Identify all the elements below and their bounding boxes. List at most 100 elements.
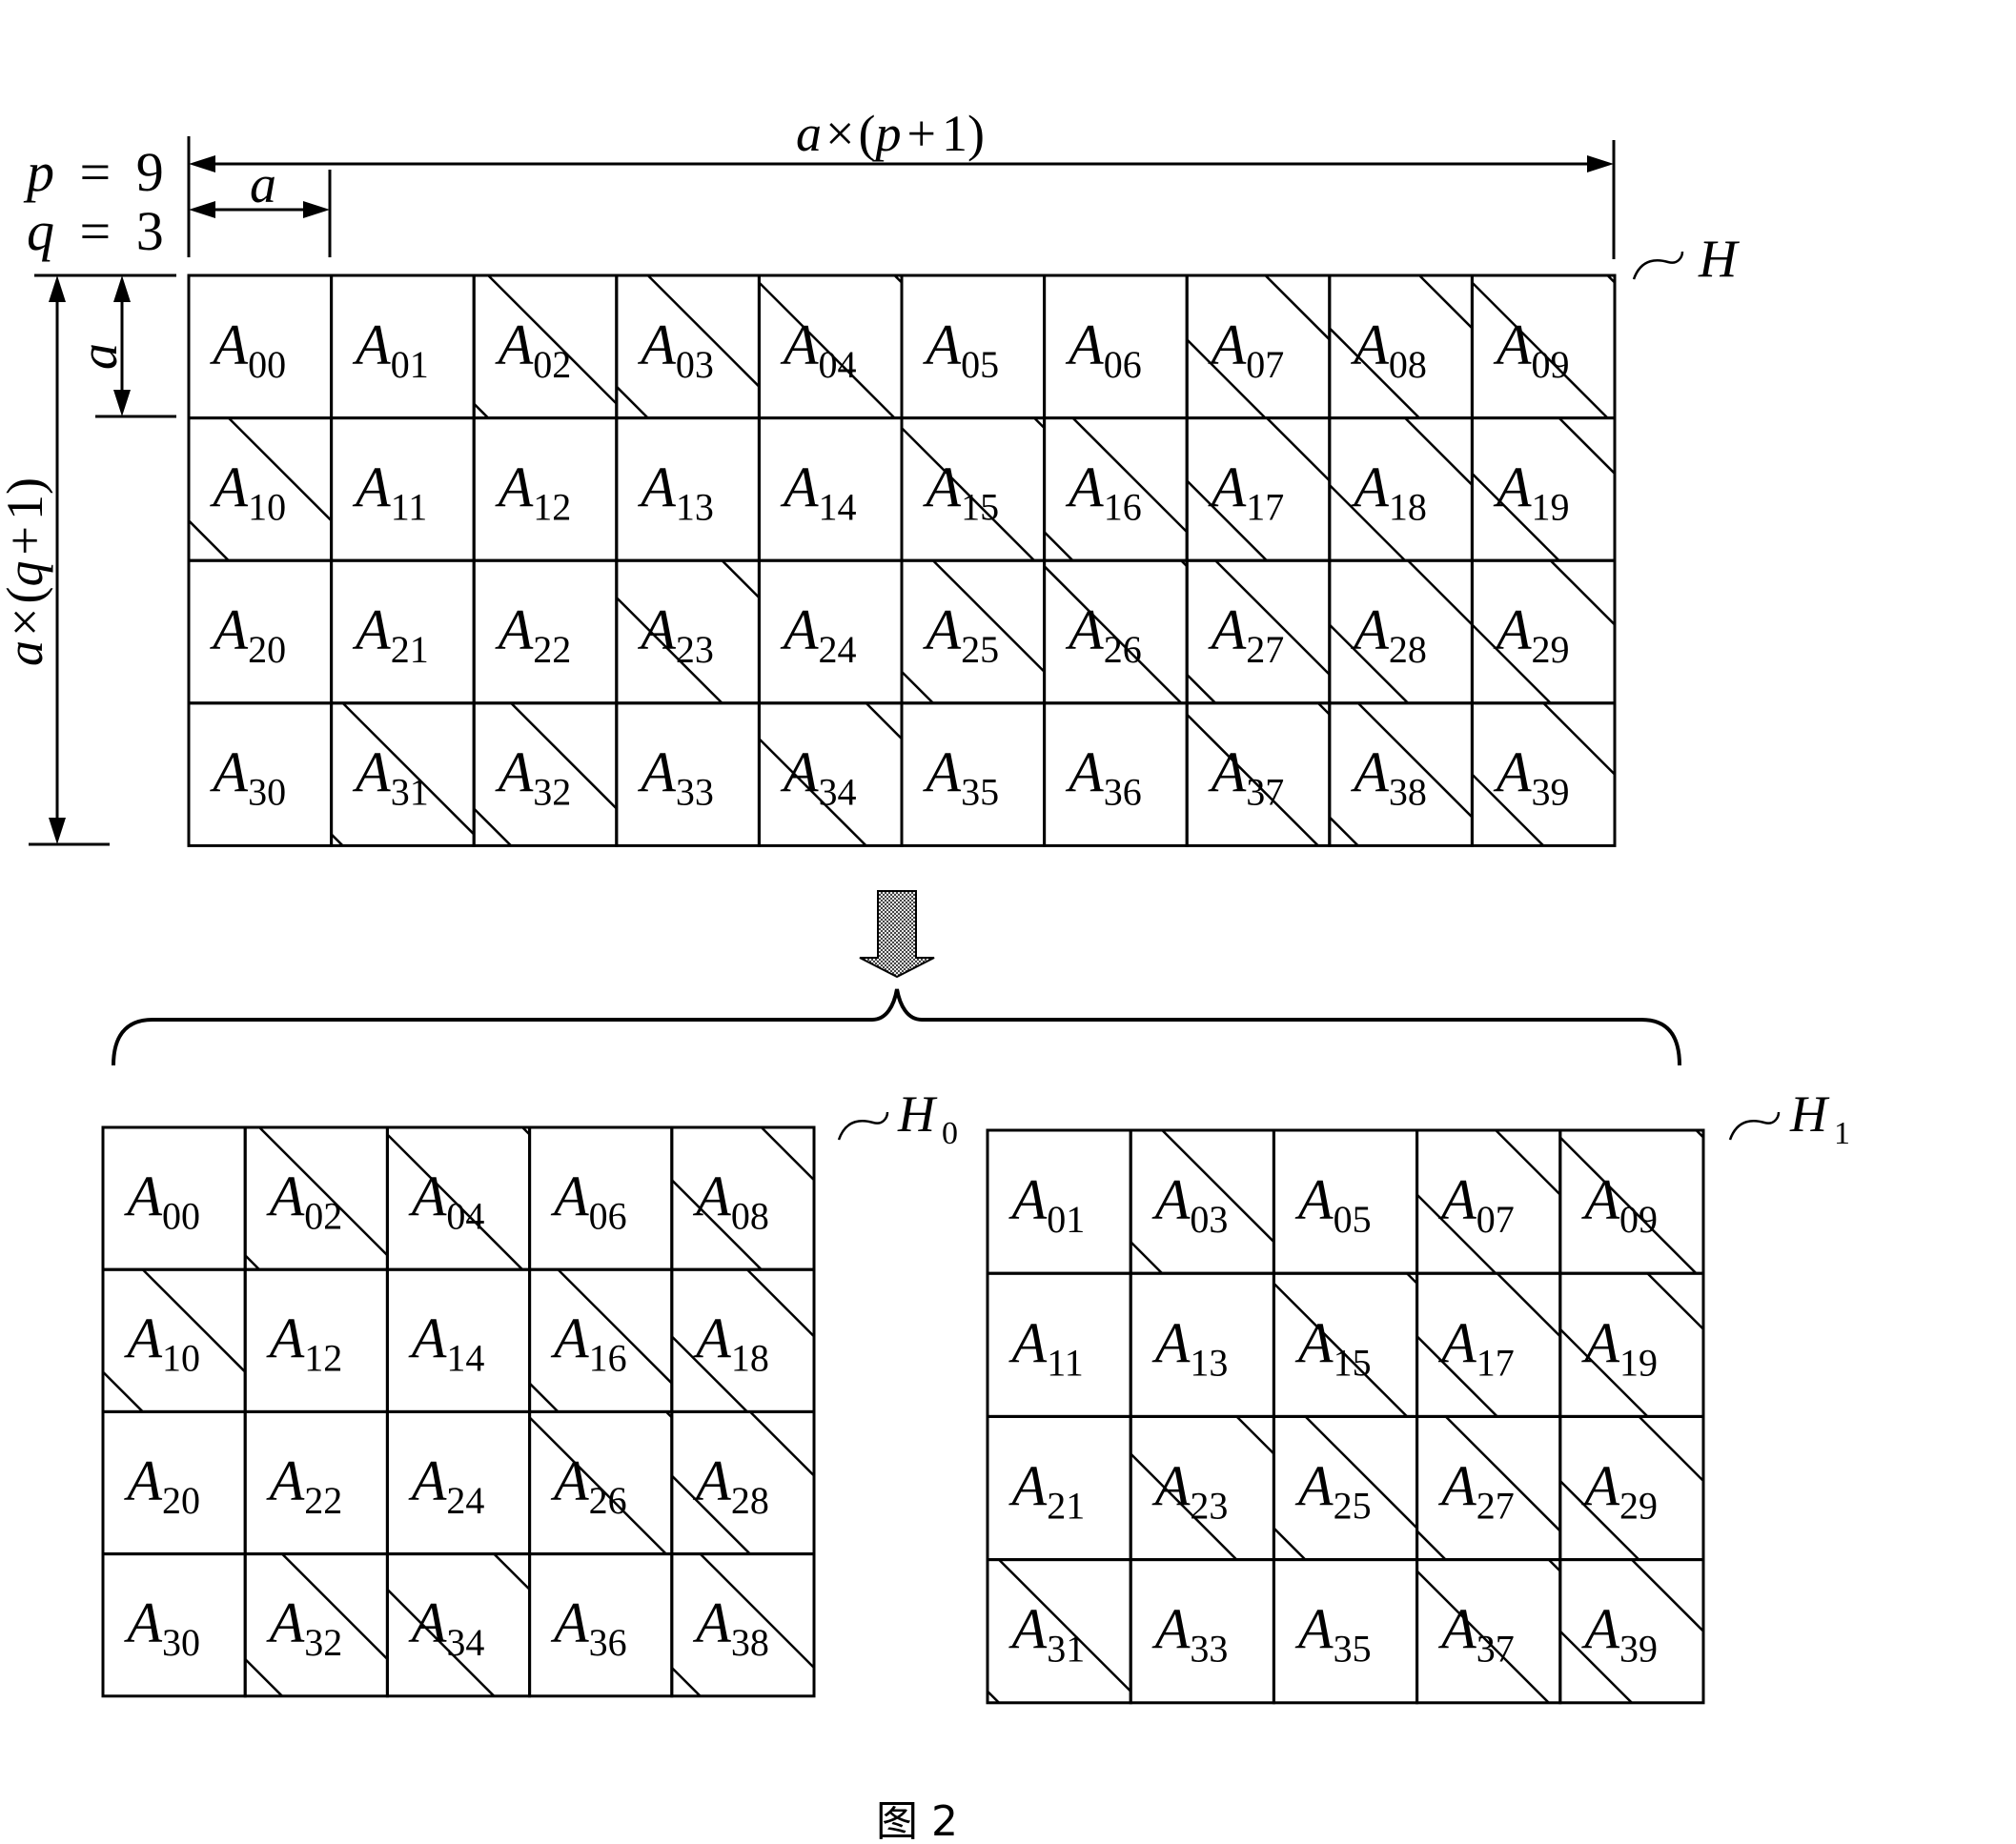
block-label: A20 — [123, 1449, 200, 1522]
block-label: A21 — [1008, 1455, 1086, 1528]
q-value: 3 — [136, 200, 164, 262]
block-A31: A31 — [330, 701, 476, 847]
arrowhead-left-icon — [189, 155, 215, 172]
block-label: A29 — [1493, 598, 1570, 671]
block-A22: A22 — [472, 558, 619, 705]
block-label: A10 — [123, 1307, 200, 1380]
cyclic-diagonal-wrap — [528, 1382, 560, 1413]
block-A38: A38 — [1328, 701, 1474, 847]
block-label: A05 — [1294, 1168, 1372, 1241]
cyclic-diagonal — [1495, 1129, 1561, 1196]
cyclic-diagonal — [1547, 1558, 1561, 1572]
cyclic-diagonal — [1631, 1558, 1704, 1632]
block-label: A00 — [123, 1165, 200, 1238]
block-A20: A20 — [101, 1409, 247, 1556]
cyclic-diagonal — [1406, 1272, 1418, 1285]
block-A32: A32 — [472, 701, 619, 847]
block-label: A29 — [1580, 1455, 1658, 1528]
block-A15: A15 — [1272, 1271, 1419, 1418]
block-A33: A33 — [1129, 1558, 1275, 1705]
cyclic-diagonal-wrap — [901, 671, 934, 704]
block-A30: A30 — [101, 1552, 247, 1698]
cyclic-diagonal-wrap — [670, 1667, 702, 1697]
block-label: A30 — [123, 1591, 200, 1664]
block-A23: A23 — [1129, 1414, 1275, 1562]
block-label: A26 — [550, 1449, 627, 1522]
svg-text:1: 1 — [1834, 1116, 1850, 1151]
block-label: A12 — [266, 1307, 343, 1380]
block-A39: A39 — [1470, 701, 1617, 847]
block-A34: A34 — [385, 1552, 532, 1698]
block-label: A30 — [209, 741, 286, 814]
cyclic-diagonal — [865, 701, 903, 740]
cyclic-diagonal-wrap — [1415, 1530, 1447, 1561]
block-A13: A13 — [615, 416, 761, 562]
block-A26: A26 — [528, 1409, 674, 1556]
cyclic-diagonal — [1235, 1415, 1275, 1455]
block-A10: A10 — [187, 416, 334, 562]
svg-text:0: 0 — [942, 1116, 958, 1151]
block-A20: A20 — [187, 558, 334, 705]
block-label: A22 — [495, 598, 572, 671]
block-label: A02 — [266, 1165, 343, 1238]
block-A06: A06 — [528, 1125, 674, 1271]
parameter-p: p = 9 — [23, 141, 164, 203]
block-A15: A15 — [900, 416, 1047, 562]
block-A28: A28 — [670, 1409, 816, 1556]
block-A36: A36 — [1043, 701, 1189, 847]
p-symbol: p — [23, 141, 54, 203]
block-label: A08 — [1350, 314, 1427, 386]
block-A34: A34 — [757, 701, 904, 847]
block-A02: A02 — [243, 1125, 389, 1271]
block-A17: A17 — [1415, 1271, 1562, 1418]
arrowhead-down-icon — [49, 818, 66, 844]
block-A00: A00 — [101, 1125, 247, 1271]
block-label: A33 — [637, 741, 714, 814]
cyclic-diagonal — [493, 1552, 531, 1591]
block-label: A06 — [1065, 314, 1142, 386]
figure-caption: 图 2 — [876, 1797, 958, 1844]
matrix-H1-label: H 1 — [1728, 1085, 1850, 1151]
block-label: A04 — [780, 314, 857, 386]
cyclic-diagonal — [1033, 416, 1046, 429]
block-label: A15 — [1294, 1311, 1372, 1384]
block-A33: A33 — [615, 701, 761, 847]
block-width-label: a — [250, 155, 276, 214]
block-height-dimension: a — [70, 275, 176, 418]
block-A38: A38 — [670, 1552, 816, 1698]
block-A19: A19 — [1558, 1271, 1705, 1418]
svg-text:p = 9: p = 9 — [23, 141, 164, 203]
cyclic-diagonal — [1264, 274, 1331, 341]
block-A14: A14 — [385, 1267, 532, 1413]
arrowhead-down-icon — [113, 390, 131, 416]
block-A29: A29 — [1470, 558, 1617, 705]
block-label: A11 — [352, 456, 427, 528]
curly-brace — [112, 988, 1681, 1066]
block-label: A15 — [922, 456, 999, 528]
block-A16: A16 — [528, 1267, 674, 1413]
matrix-H: A00 A10 A20 A30 A01 A11 A21 A31 A02 A12 A22 A32 A03 A… — [187, 274, 1617, 847]
cyclic-diagonal-wrap — [1186, 673, 1217, 704]
block-label: A19 — [1493, 456, 1570, 528]
cyclic-diagonal — [1266, 416, 1331, 482]
block-height-label: a — [70, 343, 129, 370]
block-label: A35 — [1294, 1598, 1372, 1671]
cyclic-diagonal — [1404, 416, 1474, 486]
block-label: A08 — [692, 1165, 769, 1238]
block-A25: A25 — [1272, 1414, 1419, 1562]
block-A09: A09 — [1470, 274, 1617, 420]
block-A31: A31 — [986, 1558, 1132, 1705]
block-label: A34 — [408, 1591, 485, 1664]
block-label: A00 — [209, 314, 286, 386]
svg-text:H: H — [1698, 230, 1740, 289]
block-A27: A27 — [1185, 558, 1332, 705]
block-label: A35 — [922, 741, 999, 814]
matrix-split-diagram: p = 9 q = 3 a×(p +1) a a×(q+1) a A00A10A… — [0, 105, 1850, 1844]
block-label: A36 — [550, 1591, 627, 1664]
cyclic-diagonal-wrap — [1043, 531, 1074, 562]
block-label: A03 — [1151, 1168, 1229, 1241]
block-A29: A29 — [1558, 1414, 1705, 1562]
block-A08: A08 — [670, 1125, 816, 1271]
matrix-H-label: H — [1632, 230, 1740, 289]
block-label: A19 — [1580, 1311, 1658, 1384]
